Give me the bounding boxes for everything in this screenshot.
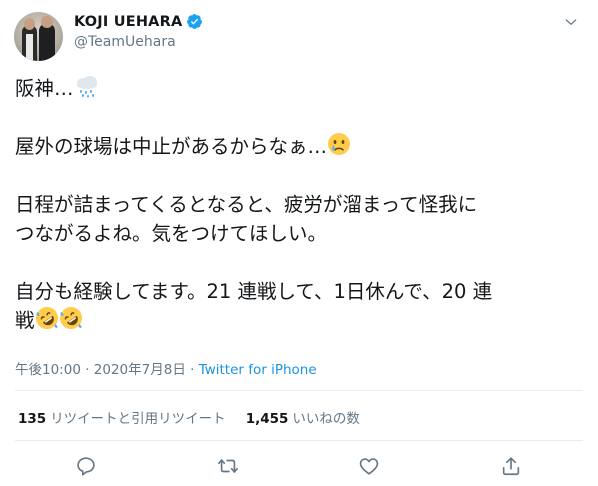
retweets-label: リツイートと引用リツイート (50, 411, 226, 427)
tweet-text: 阪神… 屋外の球場は中止があるからなぁ… 日程が詰まってくるとなると、疲労が溜ま… (15, 74, 587, 335)
meta-separator: · (185, 362, 199, 378)
user-handle[interactable]: @TeamUehara (74, 34, 203, 50)
tweet-line: 自分も経験してます。21 連戦して、1日休んで、20 連 戦 (15, 280, 493, 332)
tweet-stats: 135 リツイートと引用リツイート 1,455 いいねの数 (18, 407, 360, 427)
tweet-time[interactable]: 午後10:00 (15, 362, 81, 378)
crying-face-emoji (328, 133, 351, 155)
display-name[interactable]: KOJI UEHARA (74, 14, 182, 30)
likes-label: いいねの数 (292, 411, 360, 427)
tweet-paragraph: 日程が詰まってくるとなると、疲労が溜まって怪我に つながるよね。気をつけてほしい… (15, 193, 478, 245)
tweet-paragraph: 屋外の球場は中止があるからなぁ… (15, 132, 587, 161)
display-name-row[interactable]: KOJI UEHARA (74, 13, 203, 30)
share-button[interactable] (496, 451, 526, 481)
divider (15, 440, 583, 441)
likes-count: 1,455 (245, 411, 289, 427)
tweet-meta: 午後10:00 · 2020年7月8日 · Twitter for iPhone (15, 358, 317, 378)
meta-separator: · (80, 362, 94, 378)
reply-icon (77, 457, 95, 476)
reply-button[interactable] (71, 451, 101, 481)
tweet-line: 阪神… (15, 77, 74, 100)
share-icon (502, 457, 520, 476)
tweet-paragraph: 阪神… (15, 74, 587, 103)
divider (15, 390, 583, 391)
like-icon (359, 458, 379, 475)
user-names: KOJI UEHARA @TeamUehara (74, 13, 203, 50)
tweet-header: KOJI UEHARA @TeamUehara (14, 11, 584, 61)
avatar[interactable] (14, 12, 63, 61)
chevron-down-icon[interactable] (564, 15, 578, 29)
tweet-date[interactable]: 2020年7月8日 (94, 362, 186, 378)
rolling-on-floor-laughing-emoji (35, 307, 58, 329)
tweet-paragraph: 自分も経験してます。21 連戦して、1日休んで、20 連 戦 (15, 277, 587, 335)
retweet-icon (218, 459, 238, 473)
like-button[interactable] (354, 451, 384, 481)
tweet-source-link[interactable]: Twitter for iPhone (199, 362, 317, 378)
tweet-actions (0, 451, 598, 481)
retweets-count: 135 (18, 411, 47, 427)
cloud-with-rain-emoji (76, 76, 97, 98)
rolling-on-floor-laughing-emoji (59, 307, 82, 329)
retweets-stat[interactable]: 135 リツイートと引用リツイート (18, 407, 226, 427)
tweet-line: 屋外の球場は中止があるからなぁ… (15, 135, 328, 158)
verified-badge-icon (187, 14, 203, 29)
retweet-button[interactable] (213, 451, 243, 481)
likes-stat[interactable]: 1,455 いいねの数 (246, 407, 360, 427)
